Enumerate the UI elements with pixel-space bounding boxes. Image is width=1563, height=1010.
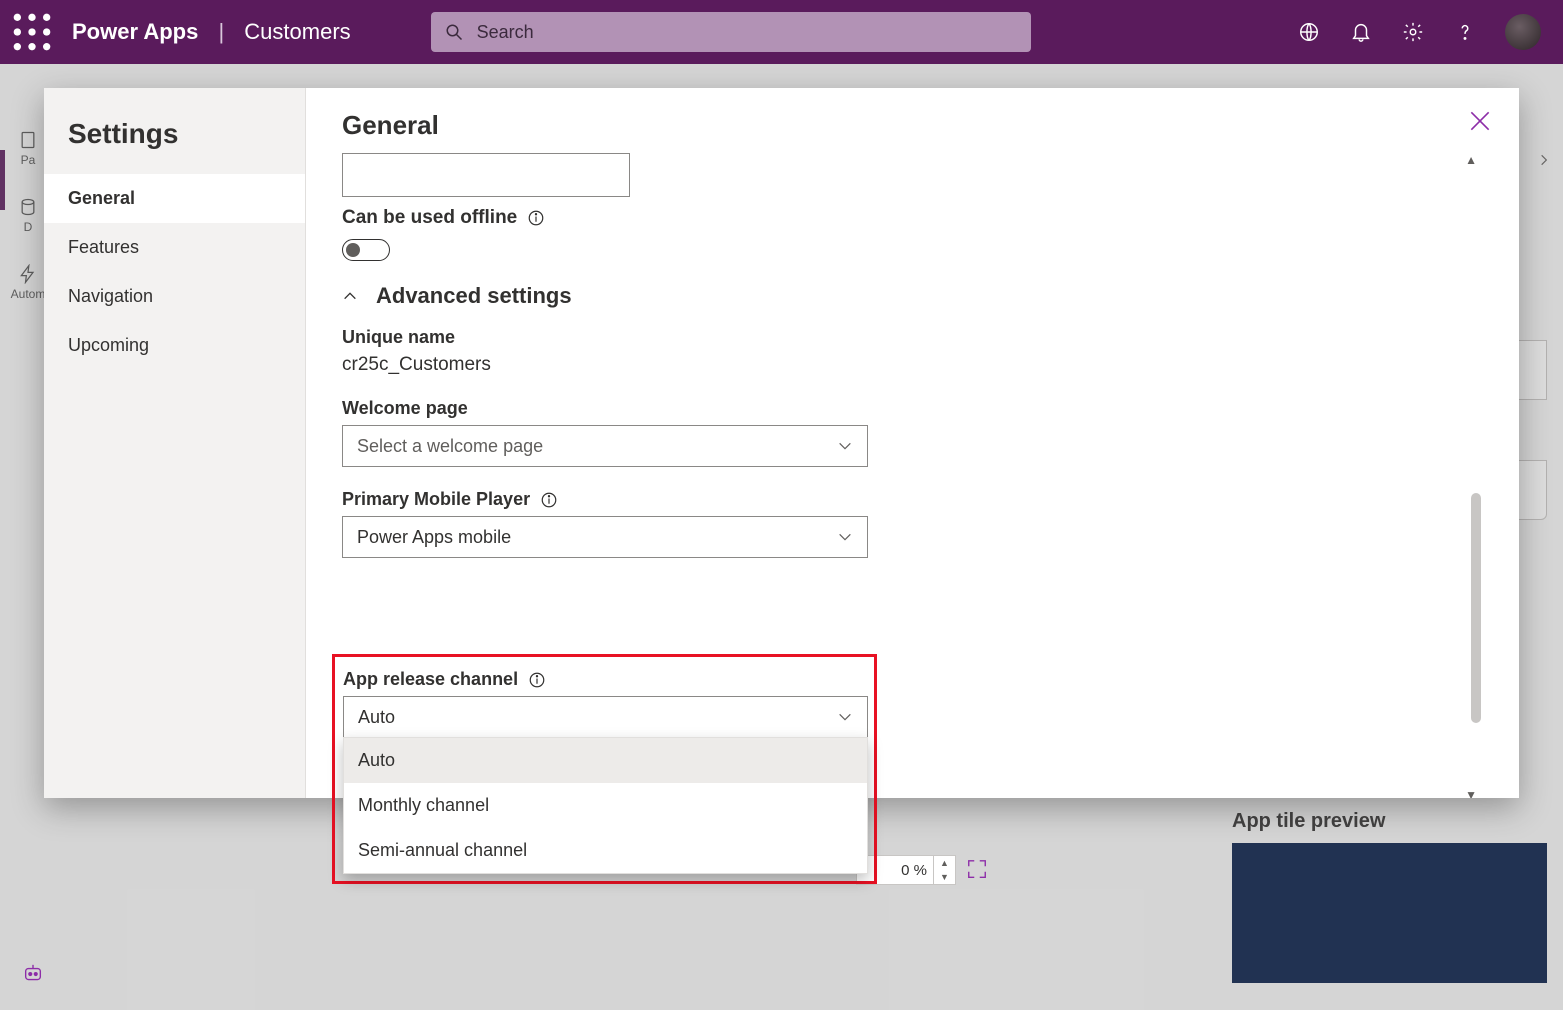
waffle-icon [10,10,54,54]
command-bar: Back [0,64,1563,90]
advanced-settings-label: Advanced settings [376,283,572,309]
brand-separator: | [218,19,224,44]
scrollbar-thumb[interactable] [1471,493,1481,723]
fit-to-screen-icon [966,858,988,880]
environment-button[interactable] [1297,20,1321,44]
help-button[interactable] [1453,20,1477,44]
copilot-button[interactable] [22,963,44,990]
rail-pages[interactable]: Pa [8,130,48,167]
search-placeholder: Search [477,22,534,43]
info-icon [528,671,546,689]
expand-right-pane[interactable] [1529,140,1559,180]
app-tile-preview-box [1232,843,1547,983]
welcome-page-dropdown[interactable]: Select a welcome page [342,425,868,467]
rail-automate-label: Autom [8,287,48,301]
zoom-control[interactable]: 0 % ▲ ▼ [856,855,956,885]
settings-tab-features[interactable]: Features [44,223,305,272]
settings-dialog: Settings General Features Navigation Upc… [44,88,1519,798]
mobile-player-value: Power Apps mobile [357,527,511,548]
unique-name-value: cr25c_Customers [342,354,1459,376]
chevron-down-icon [837,709,853,725]
scroll-down-button[interactable]: ▼ [1465,788,1477,798]
mobile-player-dropdown[interactable]: Power Apps mobile [342,516,868,558]
unique-name-label: Unique name [342,327,1459,348]
release-option-auto[interactable]: Auto [344,738,867,783]
release-channel-dropdown[interactable]: Auto [343,696,868,738]
settings-tab-general[interactable]: General [44,174,305,223]
app-tile-preview-label: App tile preview [1232,810,1547,833]
zoom-spinner: ▲ ▼ [933,856,955,884]
rail-active-indicator [0,150,5,210]
settings-title: Settings [44,108,305,174]
info-icon [527,209,545,227]
offline-toggle[interactable] [342,239,390,261]
zoom-up[interactable]: ▲ [934,856,955,870]
app-tile-preview: App tile preview [1232,810,1547,983]
advanced-settings-header[interactable]: Advanced settings [342,283,1459,309]
rail-pages-label: Pa [8,153,48,167]
chevron-down-icon [837,438,853,454]
rail-data[interactable]: D [8,197,48,234]
header-actions [1297,14,1553,50]
bell-icon [1350,21,1372,43]
release-channel-options: Auto Monthly channel Semi-annual channel [343,737,868,874]
app-context-name: Customers [244,19,350,44]
release-channel-highlight: App release channel Auto Auto Monthly ch… [332,654,877,884]
offline-info[interactable] [527,209,545,227]
zoom-down[interactable]: ▼ [934,870,955,884]
zoom-value: 0 % [857,862,933,879]
offline-label: Can be used offline [342,207,517,229]
settings-tab-upcoming[interactable]: Upcoming [44,321,305,370]
info-icon [540,491,558,509]
close-button[interactable] [1467,108,1493,139]
question-icon [1454,21,1476,43]
brand-text: Power Apps [72,19,198,44]
chevron-up-icon [342,288,358,304]
app-launcher-button[interactable] [10,10,54,54]
pages-icon [18,130,38,150]
automate-icon [18,264,38,284]
search-icon [445,23,463,41]
product-name: Power Apps | Customers [72,19,351,45]
gear-icon [1402,21,1424,43]
notifications-button[interactable] [1349,20,1373,44]
release-option-semiannual[interactable]: Semi-annual channel [344,828,867,873]
release-channel-label: App release channel [343,669,518,690]
chevron-right-icon [1537,153,1551,167]
mobile-player-info[interactable] [540,491,558,509]
settings-tab-navigation[interactable]: Navigation [44,272,305,321]
settings-content: General ▲ ▼ Can be used offline Advanced… [306,88,1519,798]
user-avatar[interactable] [1505,14,1541,50]
settings-sidebar: Settings General Features Navigation Upc… [44,88,306,798]
data-icon [18,197,38,217]
welcome-page-value: Select a welcome page [357,436,543,457]
settings-section-title: General [342,110,1483,141]
global-search[interactable]: Search [431,12,1031,52]
release-channel-info[interactable] [528,671,546,689]
copilot-icon [22,963,44,985]
rail-data-label: D [8,220,48,234]
release-channel-value: Auto [358,707,395,728]
rail-automate[interactable]: Autom [8,264,48,301]
globe-icon [1298,21,1320,43]
description-textarea[interactable] [342,153,630,197]
release-option-monthly[interactable]: Monthly channel [344,783,867,828]
global-header: Power Apps | Customers Search [0,0,1563,64]
welcome-page-label: Welcome page [342,398,1459,419]
scroll-up-button[interactable]: ▲ [1465,153,1477,167]
chevron-down-icon [837,529,853,545]
fit-to-screen-button[interactable] [966,858,988,880]
mobile-player-label: Primary Mobile Player [342,489,530,510]
settings-button[interactable] [1401,20,1425,44]
close-icon [1467,108,1493,134]
